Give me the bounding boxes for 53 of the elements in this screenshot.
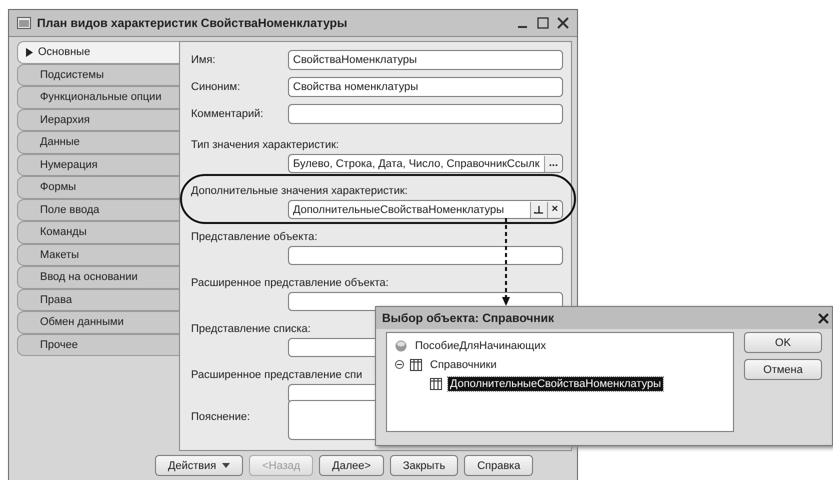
close-icon[interactable] (818, 312, 829, 324)
maximize-icon[interactable] (537, 17, 549, 29)
field-label: Тип значения характеристик: (191, 138, 340, 152)
field-label: Расширенное представление спи (191, 368, 364, 382)
section-tab[interactable]: Поле ввода (17, 198, 179, 221)
section-tab[interactable]: Права (17, 288, 179, 311)
field-label: Пояснение: (191, 410, 252, 423)
select-icon[interactable] (530, 202, 547, 218)
input-field[interactable]: ДополнительныеСвойстваНоменклатуры × (288, 200, 563, 219)
field-label: Комментарий: (191, 108, 264, 120)
input-field[interactable] (288, 246, 563, 265)
section-tab[interactable]: Нумерация (17, 154, 179, 176)
input-field[interactable]: Свойства номенклатуры (288, 76, 563, 96)
field-label: Представление списка: (191, 322, 312, 336)
tree-item[interactable]: ПособиеДляНачинающих (413, 338, 548, 352)
collapse-icon[interactable] (395, 360, 404, 369)
sphere-icon (395, 340, 407, 352)
pointer-icon (26, 48, 33, 57)
field-label: Дополнительные значения характеристик: (191, 184, 409, 198)
section-tab[interactable]: Обмен данными (17, 311, 179, 334)
dialog-button[interactable]: Далее> (319, 455, 384, 476)
input-field[interactable]: Булево, Строка, Дата, Число, СправочникСсылк ... (288, 154, 563, 173)
section-tab[interactable]: Подсистемы (17, 64, 179, 86)
close-icon[interactable] (557, 17, 569, 29)
section-tab[interactable]: Основные (17, 41, 179, 64)
section-tab[interactable]: Макеты (17, 244, 179, 266)
dialog-button[interactable]: Отмена (744, 359, 822, 380)
section-tab[interactable]: Ввод на основании (17, 266, 179, 288)
section-tab[interactable]: Данные (17, 131, 179, 154)
field-action-button[interactable]: × (546, 202, 561, 218)
dialog-button[interactable]: Действия (155, 455, 244, 476)
section-tab[interactable]: Прочее (17, 334, 179, 356)
section-tab[interactable]: Команды (17, 221, 179, 244)
dialog-button[interactable]: OK (744, 332, 822, 353)
section-tab[interactable]: Функциональные опции (17, 86, 179, 108)
field-label: Расширенное представление объекта: (191, 276, 390, 290)
field-action-button[interactable]: ... (544, 156, 561, 172)
section-tab[interactable]: Формы (17, 176, 179, 198)
table-icon (430, 378, 442, 390)
input-field[interactable]: СвойстваНоменклатуры (288, 50, 563, 70)
window-icon (17, 17, 31, 29)
field-label: Синоним: (191, 80, 242, 92)
table-icon (410, 358, 422, 370)
field-label: Имя: (191, 54, 216, 66)
input-field[interactable] (288, 104, 563, 124)
dialog-button[interactable]: Закрыть (390, 455, 458, 476)
window-title: План видов характеристик СвойстваНоменклатуры (37, 16, 348, 30)
section-tab[interactable]: Иерархия (17, 108, 179, 131)
tree-item[interactable]: Справочники (428, 358, 499, 372)
dialog-button[interactable]: Справка (464, 455, 534, 476)
tree-item[interactable]: ДополнительныеСвойстваНоменклатуры (448, 376, 663, 390)
dialog-title: Выбор объекта: Справочник (382, 311, 554, 325)
field-label: Представление объекта: (191, 230, 318, 244)
